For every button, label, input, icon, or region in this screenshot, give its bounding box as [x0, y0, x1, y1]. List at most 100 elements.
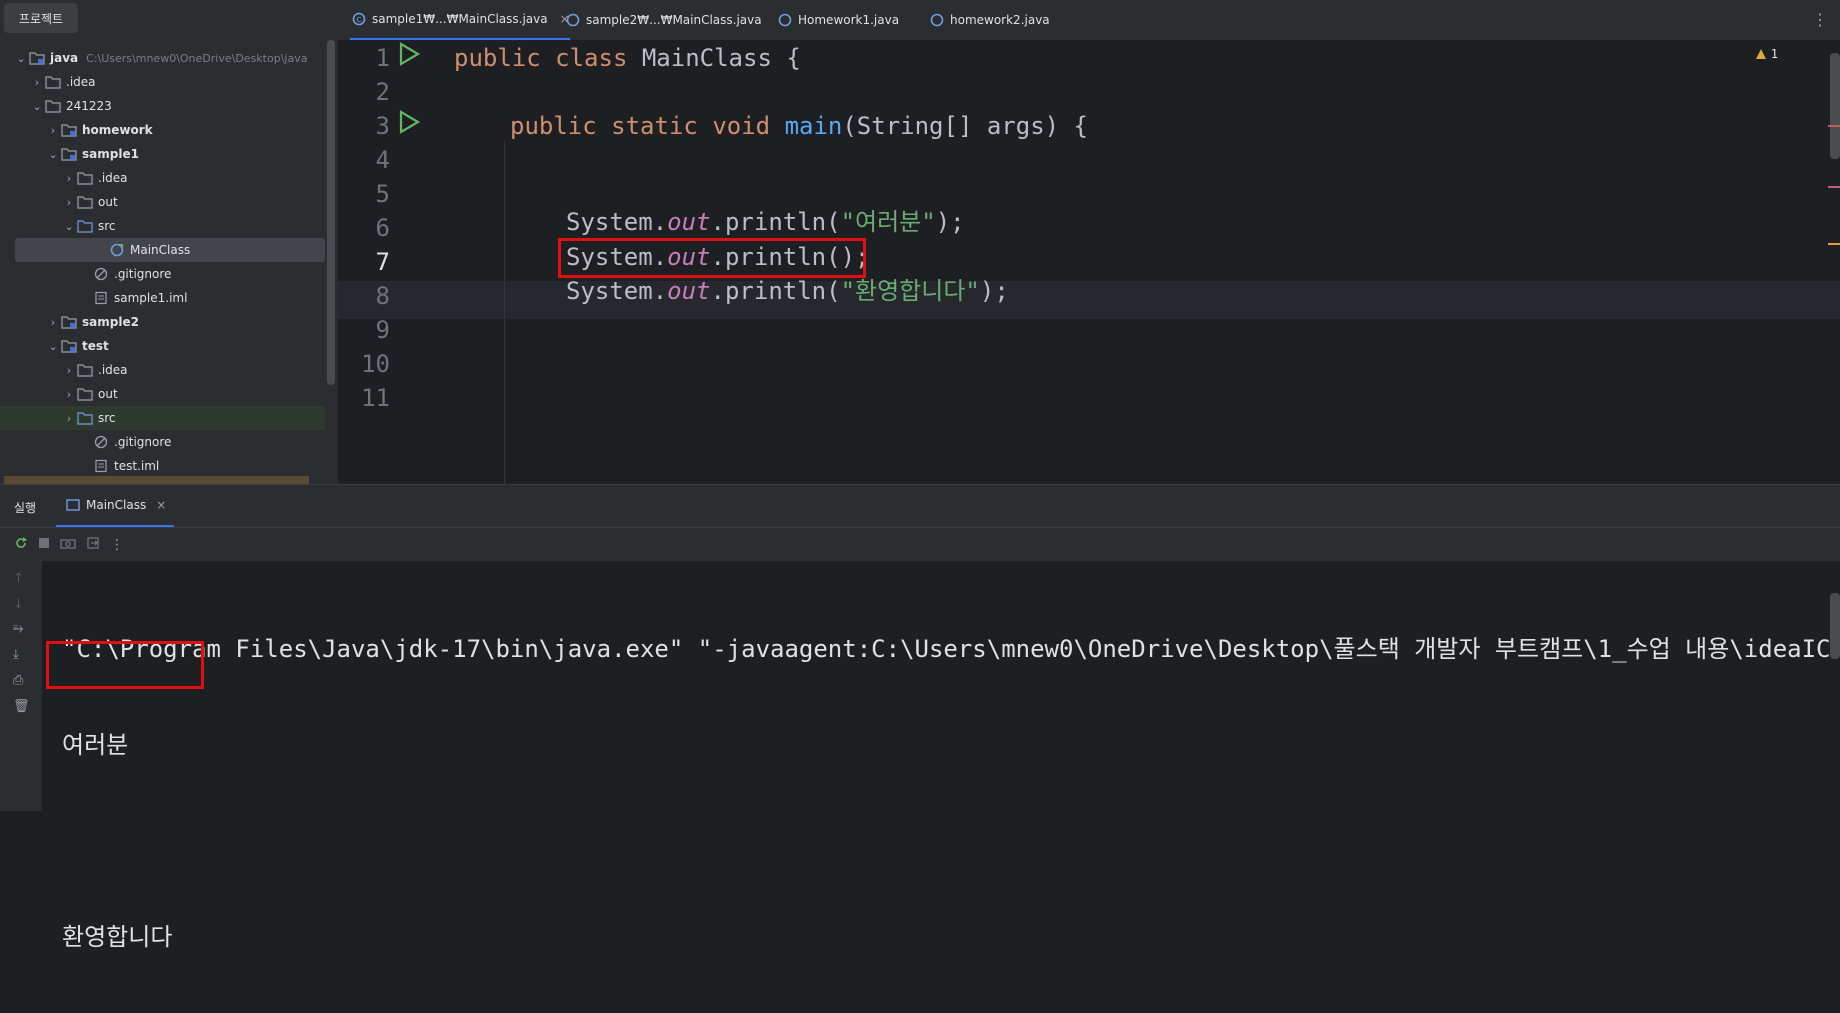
tree-item[interactable]: ⌄ java C:\Users\mnew0\OneDrive\Desktop\jav…: [0, 46, 325, 70]
run-gutter-icon[interactable]: [396, 109, 422, 139]
tree-item[interactable]: › .idea: [0, 358, 325, 382]
tree-item[interactable]: ⌄ test: [0, 334, 325, 358]
line-number: 4: [375, 146, 390, 174]
print-icon[interactable]: ⎙: [13, 673, 23, 688]
code-token: System.: [566, 208, 668, 236]
code-token: );: [979, 277, 1009, 305]
chevron-right-icon[interactable]: ›: [62, 196, 76, 209]
close-icon[interactable]: ×: [156, 498, 166, 512]
chevron-right-icon[interactable]: ›: [30, 76, 44, 89]
tree-item[interactable]: › .idea: [0, 166, 325, 190]
string-literal: "환영합니다": [840, 277, 980, 305]
keyword: public: [454, 44, 541, 72]
tree-item-label: homework: [82, 123, 153, 137]
more-icon[interactable]: ⋮: [110, 537, 124, 553]
java-class-icon: [928, 13, 946, 27]
tree-item-label: test: [82, 339, 109, 353]
tab-homework1[interactable]: Homework1.java: [776, 0, 899, 40]
tree-item[interactable]: › src: [0, 406, 325, 430]
code-line-8: System.out.println("환영합니다");: [566, 274, 1009, 308]
project-scrollbar[interactable]: [327, 40, 335, 385]
rerun-icon[interactable]: [14, 536, 28, 554]
tree-item[interactable]: .gitignore: [0, 430, 325, 454]
console-line: 여러분: [62, 731, 129, 759]
tab-label: Homework1.java: [798, 13, 900, 27]
tree-item[interactable]: › .idea: [0, 70, 325, 94]
source-folder-icon: [76, 219, 94, 233]
gitignore-icon: [92, 267, 110, 281]
project-horizontal-scrollbar[interactable]: [4, 476, 309, 484]
tree-item-label: src: [98, 411, 116, 425]
current-line-highlight: [338, 281, 1840, 319]
folder-icon: [76, 171, 94, 185]
tree-item[interactable]: .gitignore: [0, 262, 325, 286]
scroll-to-end-icon[interactable]: ⤓: [13, 647, 19, 662]
module-folder-icon: [60, 315, 78, 329]
java-class-icon: [108, 243, 126, 257]
chevron-right-icon[interactable]: ›: [62, 172, 76, 185]
chevron-down-icon[interactable]: ⌄: [46, 148, 60, 161]
chevron-right-icon[interactable]: ›: [62, 364, 76, 377]
console-scrollbar[interactable]: [1830, 593, 1840, 659]
error-stripe-mark: [1828, 125, 1840, 127]
chevron-down-icon[interactable]: ⌄: [14, 52, 28, 65]
method-name: main: [784, 112, 843, 140]
tree-item[interactable]: ⌄ sample1: [0, 142, 325, 166]
chevron-down-icon[interactable]: ⌄: [46, 340, 60, 353]
tree-item-label: MainClass: [130, 243, 191, 257]
console-output[interactable]: "C:\Program Files\Java\jdk-17\bin\java.e…: [62, 573, 1840, 1013]
tab-sample2-mainclass[interactable]: sample2₩...₩MainClass.java: [564, 0, 762, 40]
stop-icon[interactable]: [38, 537, 50, 553]
folder-icon: [44, 99, 62, 113]
error-stripe-mark: [1828, 186, 1840, 188]
arrow-down-icon[interactable]: ↓: [13, 597, 24, 612]
tree-item[interactable]: ⌄ src: [0, 214, 325, 238]
tree-item-label: src: [98, 219, 116, 233]
tab-sample1-mainclass[interactable]: C sample1₩...₩MainClass.java ×: [350, 0, 570, 40]
tree-item[interactable]: › out: [0, 382, 325, 406]
code-token: );: [935, 208, 965, 236]
exit-icon[interactable]: [86, 536, 100, 554]
tab-homework2[interactable]: homework2.java: [928, 0, 1050, 40]
console-icon: [64, 498, 82, 512]
chevron-right-icon[interactable]: ›: [46, 124, 60, 137]
svg-text:C: C: [357, 16, 362, 24]
tree-item[interactable]: sample1.iml: [0, 286, 325, 310]
console-line: "C:\Program Files\Java\jdk-17\bin\java.e…: [62, 635, 1840, 663]
folder-icon: [76, 195, 94, 209]
module-folder-icon: [60, 339, 78, 353]
project-tool-button[interactable]: 프로젝트: [4, 3, 78, 33]
tree-item-label: .idea: [66, 75, 96, 89]
tree-item[interactable]: ⌄ 241223: [0, 94, 325, 118]
run-panel: 실행 MainClass × ⋮ ↑ ↓ ⥱ ⤓ ⎙ 🗑 "C:\Program…: [0, 484, 1840, 951]
tree-item[interactable]: › homework: [0, 118, 325, 142]
chevron-down-icon[interactable]: ⌄: [62, 220, 76, 233]
warning-indicator[interactable]: 1: [1755, 47, 1778, 61]
tree-item-label: out: [98, 195, 118, 209]
run-panel-title: 실행: [14, 501, 37, 515]
code-token: .println(: [710, 277, 841, 305]
arrow-up-icon[interactable]: ↑: [13, 571, 24, 586]
editor-scrollbar[interactable]: [1830, 53, 1840, 159]
tree-item[interactable]: › out: [0, 190, 325, 214]
chevron-down-icon[interactable]: ⌄: [30, 100, 44, 113]
tab-label: sample1₩...₩MainClass.java: [372, 12, 548, 26]
tree-item[interactable]: test.iml: [0, 454, 325, 478]
folder-icon: [76, 363, 94, 377]
code-editor[interactable]: 1 2 3 4 5 6 7 8 9 10 11 public class MainClass { p…: [338, 41, 1840, 484]
chevron-right-icon[interactable]: ›: [46, 316, 60, 329]
tree-item[interactable]: MainClass: [15, 238, 325, 262]
chevron-right-icon[interactable]: ›: [62, 412, 76, 425]
run-gutter-icon[interactable]: [396, 41, 422, 71]
chevron-right-icon[interactable]: ›: [62, 388, 76, 401]
soft-wrap-icon[interactable]: ⥱: [13, 621, 23, 636]
camera-icon[interactable]: [60, 537, 76, 553]
run-tab-mainclass[interactable]: MainClass ×: [56, 485, 175, 527]
keyword: class: [555, 44, 628, 72]
more-icon[interactable]: ⋮: [1812, 10, 1828, 29]
warning-icon: [1755, 49, 1766, 59]
tree-item[interactable]: › sample2: [0, 310, 325, 334]
trash-icon[interactable]: 🗑: [13, 699, 30, 714]
line-number: 10: [361, 350, 390, 378]
